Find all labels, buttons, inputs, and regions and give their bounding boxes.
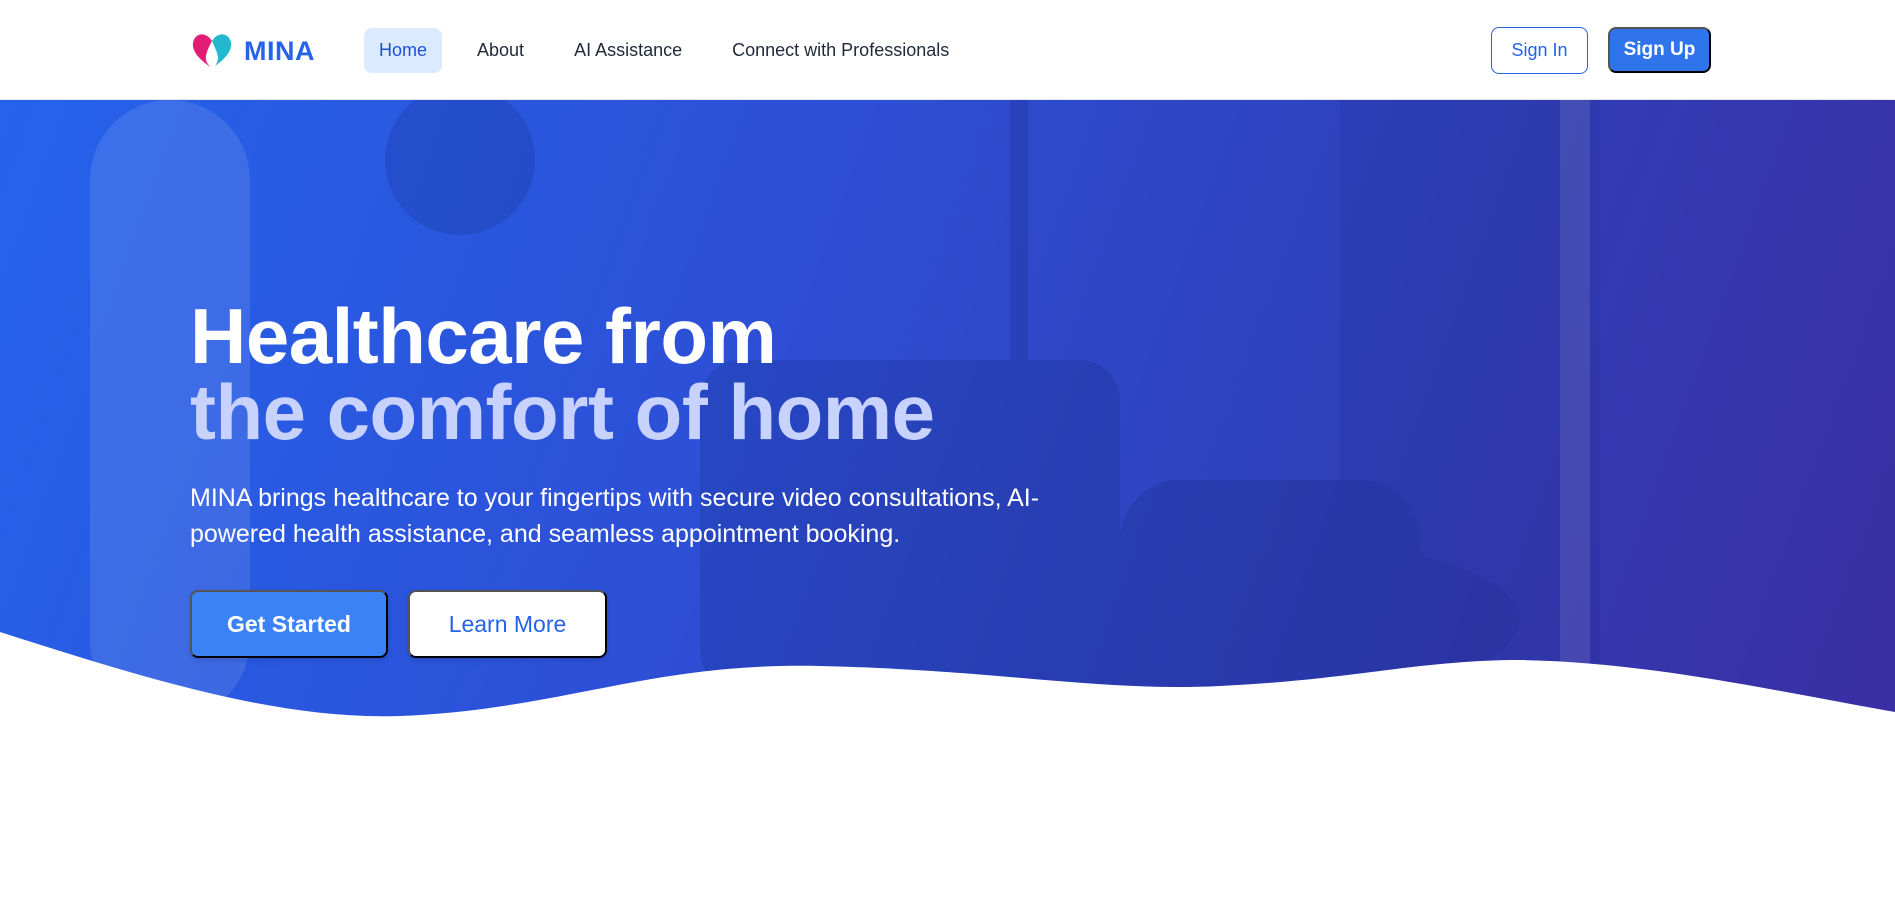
auth-buttons: Sign In Sign Up [1491,27,1711,74]
hero-wave-divider [0,632,1895,720]
heart-logo-icon [192,34,232,68]
nav-item-ai-assistance[interactable]: AI Assistance [559,28,697,73]
brand-logo[interactable]: MINA [190,30,315,72]
nav-item-connect-professionals[interactable]: Connect with Professionals [717,28,964,73]
main-nav: Home About AI Assistance Connect with Pr… [364,28,984,73]
sign-in-button[interactable]: Sign In [1491,27,1588,74]
hero-section: Healthcare from the comfort of home MINA… [0,100,1895,720]
nav-item-about[interactable]: About [462,28,539,73]
sign-up-button[interactable]: Sign Up [1608,27,1711,73]
top-navbar: MINA Home About AI Assistance Connect wi… [0,0,1895,100]
brand-name: MINA [244,35,315,66]
nav-item-home[interactable]: Home [364,28,443,73]
